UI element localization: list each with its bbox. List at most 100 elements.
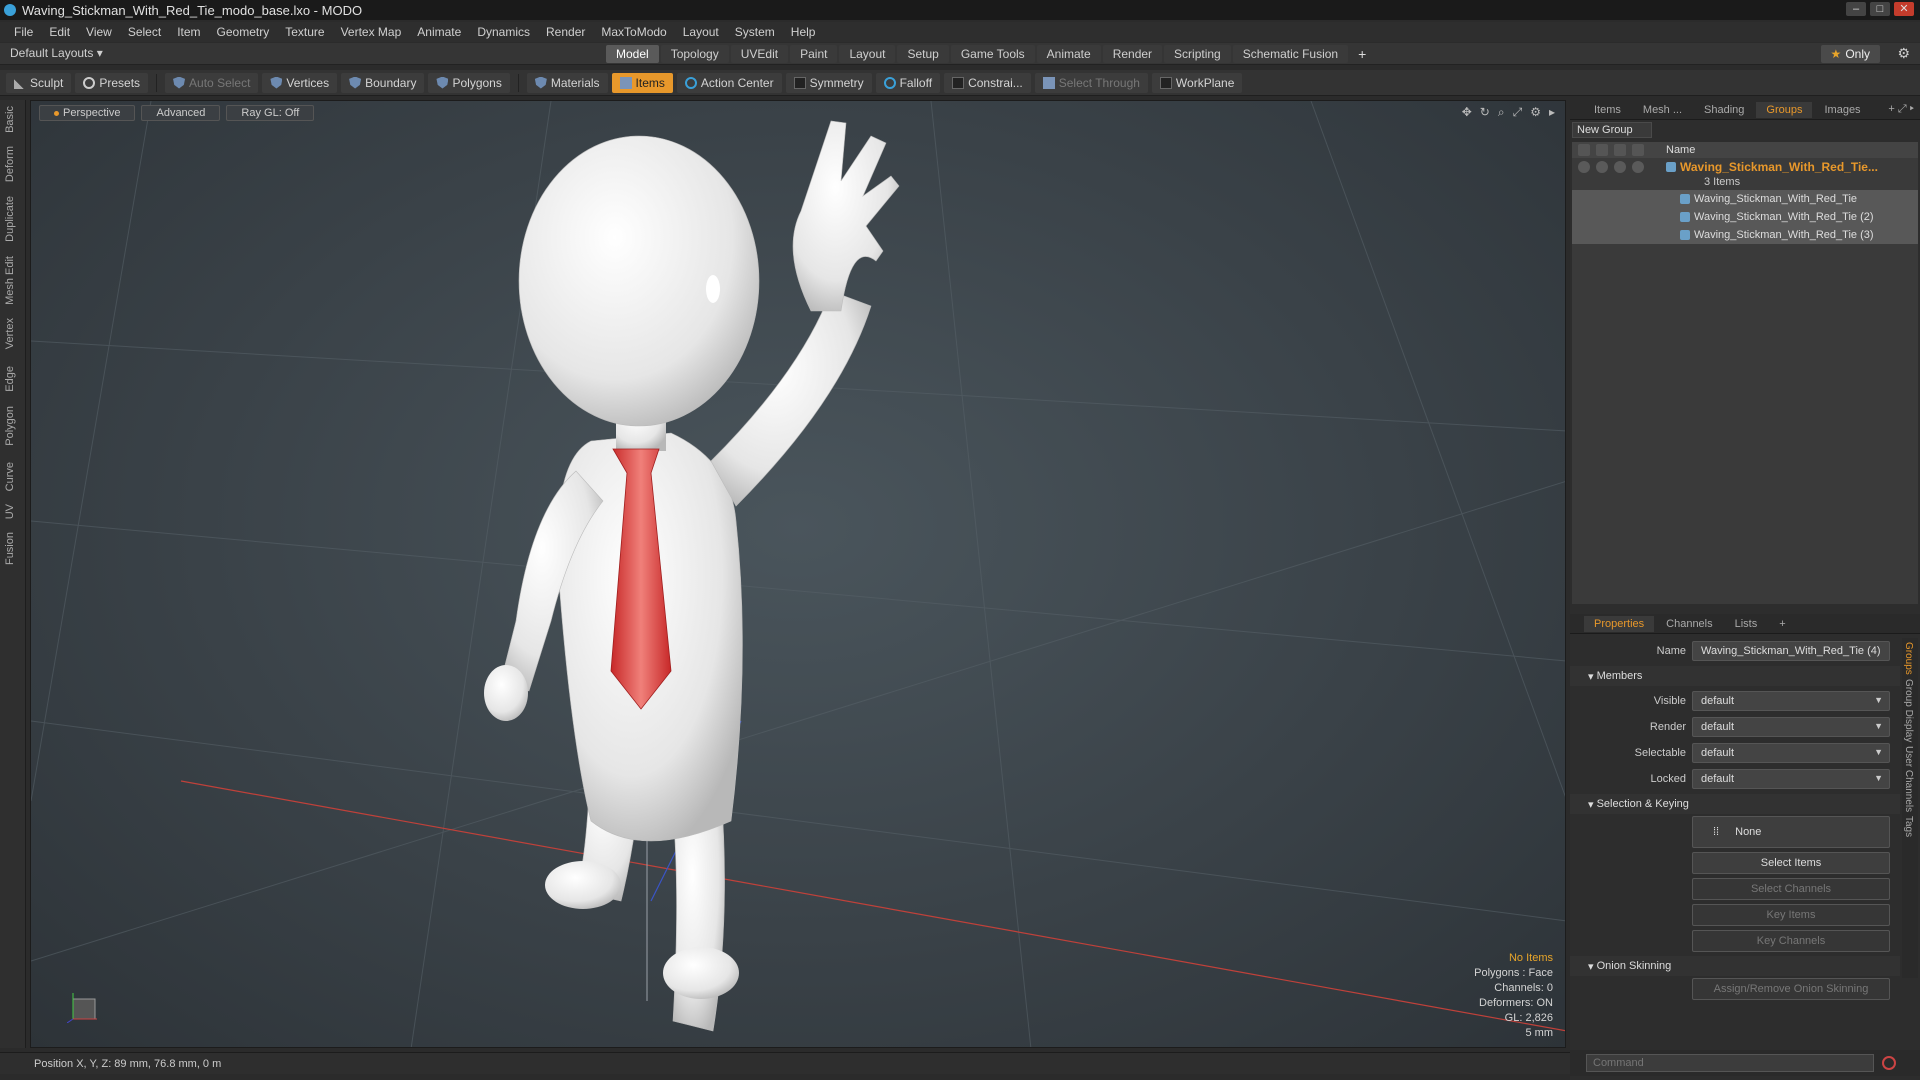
tab-images[interactable]: Images (1814, 102, 1870, 118)
menu-maxtomodo[interactable]: MaxToModo (593, 25, 674, 39)
layout-dropdown[interactable]: Default Layouts ▾ (10, 46, 103, 60)
rotate-icon[interactable]: ↻ (1480, 105, 1490, 120)
action-center-button[interactable]: Action Center (676, 72, 782, 93)
zoom-icon[interactable]: ⌕ (1498, 105, 1505, 120)
select-icon[interactable] (1632, 161, 1644, 173)
presets-button[interactable]: Presets (75, 72, 149, 93)
tab-scripting[interactable]: Scripting (1164, 45, 1231, 63)
new-group-button[interactable]: New Group (1572, 122, 1652, 138)
command-input[interactable] (1586, 1054, 1874, 1072)
items-button[interactable]: Items (611, 72, 673, 93)
selection-keying-section[interactable]: ▾ Selection & Keying (1570, 794, 1900, 814)
left-tab-duplicate[interactable]: Duplicate (4, 196, 16, 242)
menu-vertex-map[interactable]: Vertex Map (333, 25, 410, 39)
side-tab-groups[interactable]: Groups (1903, 642, 1914, 675)
list-item[interactable]: Waving_Stickman_With_Red_Tie (1572, 190, 1918, 208)
none-button[interactable]: ⁞⁞ None (1692, 816, 1890, 848)
tab-animate[interactable]: Animate (1036, 45, 1101, 63)
render-select[interactable]: default ▼ (1692, 717, 1890, 737)
workplane-button[interactable]: WorkPlane (1151, 72, 1243, 93)
tab-items[interactable]: Items (1584, 102, 1631, 118)
menu-help[interactable]: Help (783, 25, 824, 39)
tab-groups[interactable]: Groups (1756, 101, 1813, 118)
view-mode-button[interactable]: Perspective (39, 105, 136, 121)
tab-mesh[interactable]: Mesh ... (1633, 102, 1692, 118)
shading-button[interactable]: Advanced (141, 105, 221, 121)
locked-select[interactable]: default ▼ (1692, 769, 1890, 789)
pan-icon[interactable]: ✥ (1462, 105, 1472, 120)
panel-options-icon[interactable]: + ⤢ ▸ (1888, 103, 1914, 116)
only-button[interactable]: ★ Only (1820, 45, 1880, 63)
lock-icon[interactable] (1614, 161, 1626, 173)
menu-file[interactable]: File (6, 25, 41, 39)
left-tab-mesh-edit[interactable]: Mesh Edit (4, 256, 16, 305)
members-section[interactable]: ▾ Members (1570, 666, 1900, 686)
command-history-icon[interactable] (1882, 1056, 1896, 1070)
left-tab-edge[interactable]: Edge (4, 366, 16, 392)
tab-lists[interactable]: Lists (1725, 616, 1768, 632)
viewport-arrow-icon[interactable]: ▸ (1549, 105, 1555, 120)
materials-button[interactable]: Materials (526, 72, 608, 93)
select-items-button[interactable]: Select Items (1692, 852, 1890, 874)
menu-texture[interactable]: Texture (277, 25, 332, 39)
menu-system[interactable]: System (727, 25, 783, 39)
menu-select[interactable]: Select (120, 25, 169, 39)
vertices-button[interactable]: Vertices (262, 72, 338, 93)
minimize-icon[interactable]: – (1846, 2, 1866, 16)
menu-layout[interactable]: Layout (675, 25, 727, 39)
lock-column-icon[interactable] (1614, 144, 1626, 156)
left-tab-uv[interactable]: UV (4, 504, 16, 519)
list-item[interactable]: Waving_Stickman_With_Red_Tie (2) (1572, 208, 1918, 226)
left-tab-curve[interactable]: Curve (4, 462, 16, 491)
onion-skinning-section[interactable]: ▾ Onion Skinning (1570, 956, 1900, 976)
left-tab-polygon[interactable]: Polygon (4, 406, 16, 446)
menu-render[interactable]: Render (538, 25, 593, 39)
left-tab-fusion[interactable]: Fusion (4, 532, 16, 565)
tab-setup[interactable]: Setup (897, 45, 949, 63)
menu-dynamics[interactable]: Dynamics (469, 25, 538, 39)
render-column-icon[interactable] (1596, 144, 1608, 156)
tab-game-tools[interactable]: Game Tools (950, 45, 1035, 63)
eye-column-icon[interactable] (1578, 144, 1590, 156)
sculpt-button[interactable]: Sculpt (6, 72, 72, 93)
name-field[interactable]: Waving_Stickman_With_Red_Tie (4) (1692, 641, 1890, 661)
key-items-button[interactable]: Key Items (1692, 904, 1890, 926)
menu-animate[interactable]: Animate (409, 25, 469, 39)
boundary-button[interactable]: Boundary (341, 72, 425, 93)
add-layout-icon[interactable]: + (1350, 45, 1374, 63)
visibility-icon[interactable] (1578, 161, 1590, 173)
select-column-icon[interactable] (1632, 144, 1644, 156)
tab-layout[interactable]: Layout (839, 45, 896, 63)
3d-viewport[interactable]: Perspective Advanced Ray GL: Off ✥ ↻ ⌕ ⤢… (30, 100, 1566, 1048)
side-tab-user-channels[interactable]: User Channels (1903, 746, 1914, 812)
select-channels-button[interactable]: Select Channels (1692, 878, 1890, 900)
tab-channels[interactable]: Channels (1656, 616, 1722, 632)
falloff-button[interactable]: Falloff (875, 72, 941, 93)
symmetry-button[interactable]: Symmetry (785, 72, 872, 93)
left-tab-vertex[interactable]: Vertex (4, 318, 16, 349)
auto-select-button[interactable]: Auto Select (165, 72, 259, 93)
list-item[interactable]: Waving_Stickman_With_Red_Tie (3) (1572, 226, 1918, 244)
add-tab-icon[interactable]: + (1769, 616, 1795, 632)
tab-topology[interactable]: Topology (660, 45, 729, 63)
polygons-button[interactable]: Polygons (428, 72, 510, 93)
tab-render[interactable]: Render (1102, 45, 1163, 63)
menu-edit[interactable]: Edit (41, 25, 78, 39)
onion-skinning-button[interactable]: Assign/Remove Onion Skinning (1692, 978, 1890, 1000)
constraints-button[interactable]: Constrai... (944, 72, 1031, 93)
tab-model[interactable]: Model (606, 45, 659, 63)
left-tab-deform[interactable]: Deform (4, 146, 16, 182)
tab-shading[interactable]: Shading (1694, 102, 1754, 118)
visible-select[interactable]: default ▼ (1692, 691, 1890, 711)
selectable-select[interactable]: default ▼ (1692, 743, 1890, 763)
side-tab-group-display[interactable]: Group Display (1903, 679, 1914, 742)
select-through-button[interactable]: Select Through (1034, 72, 1148, 93)
tab-properties[interactable]: Properties (1584, 615, 1655, 632)
gear-icon[interactable]: ⚙ (1897, 45, 1910, 62)
tab-paint[interactable]: Paint (790, 45, 838, 63)
tab-schematic-fusion[interactable]: Schematic Fusion (1232, 45, 1349, 63)
viewport-settings-icon[interactable]: ⚙ (1530, 105, 1541, 120)
left-tab-basic[interactable]: Basic (4, 106, 16, 133)
group-row[interactable]: Waving_Stickman_With_Red_Tie... (1572, 158, 1918, 176)
side-tab-tags[interactable]: Tags (1903, 816, 1914, 837)
